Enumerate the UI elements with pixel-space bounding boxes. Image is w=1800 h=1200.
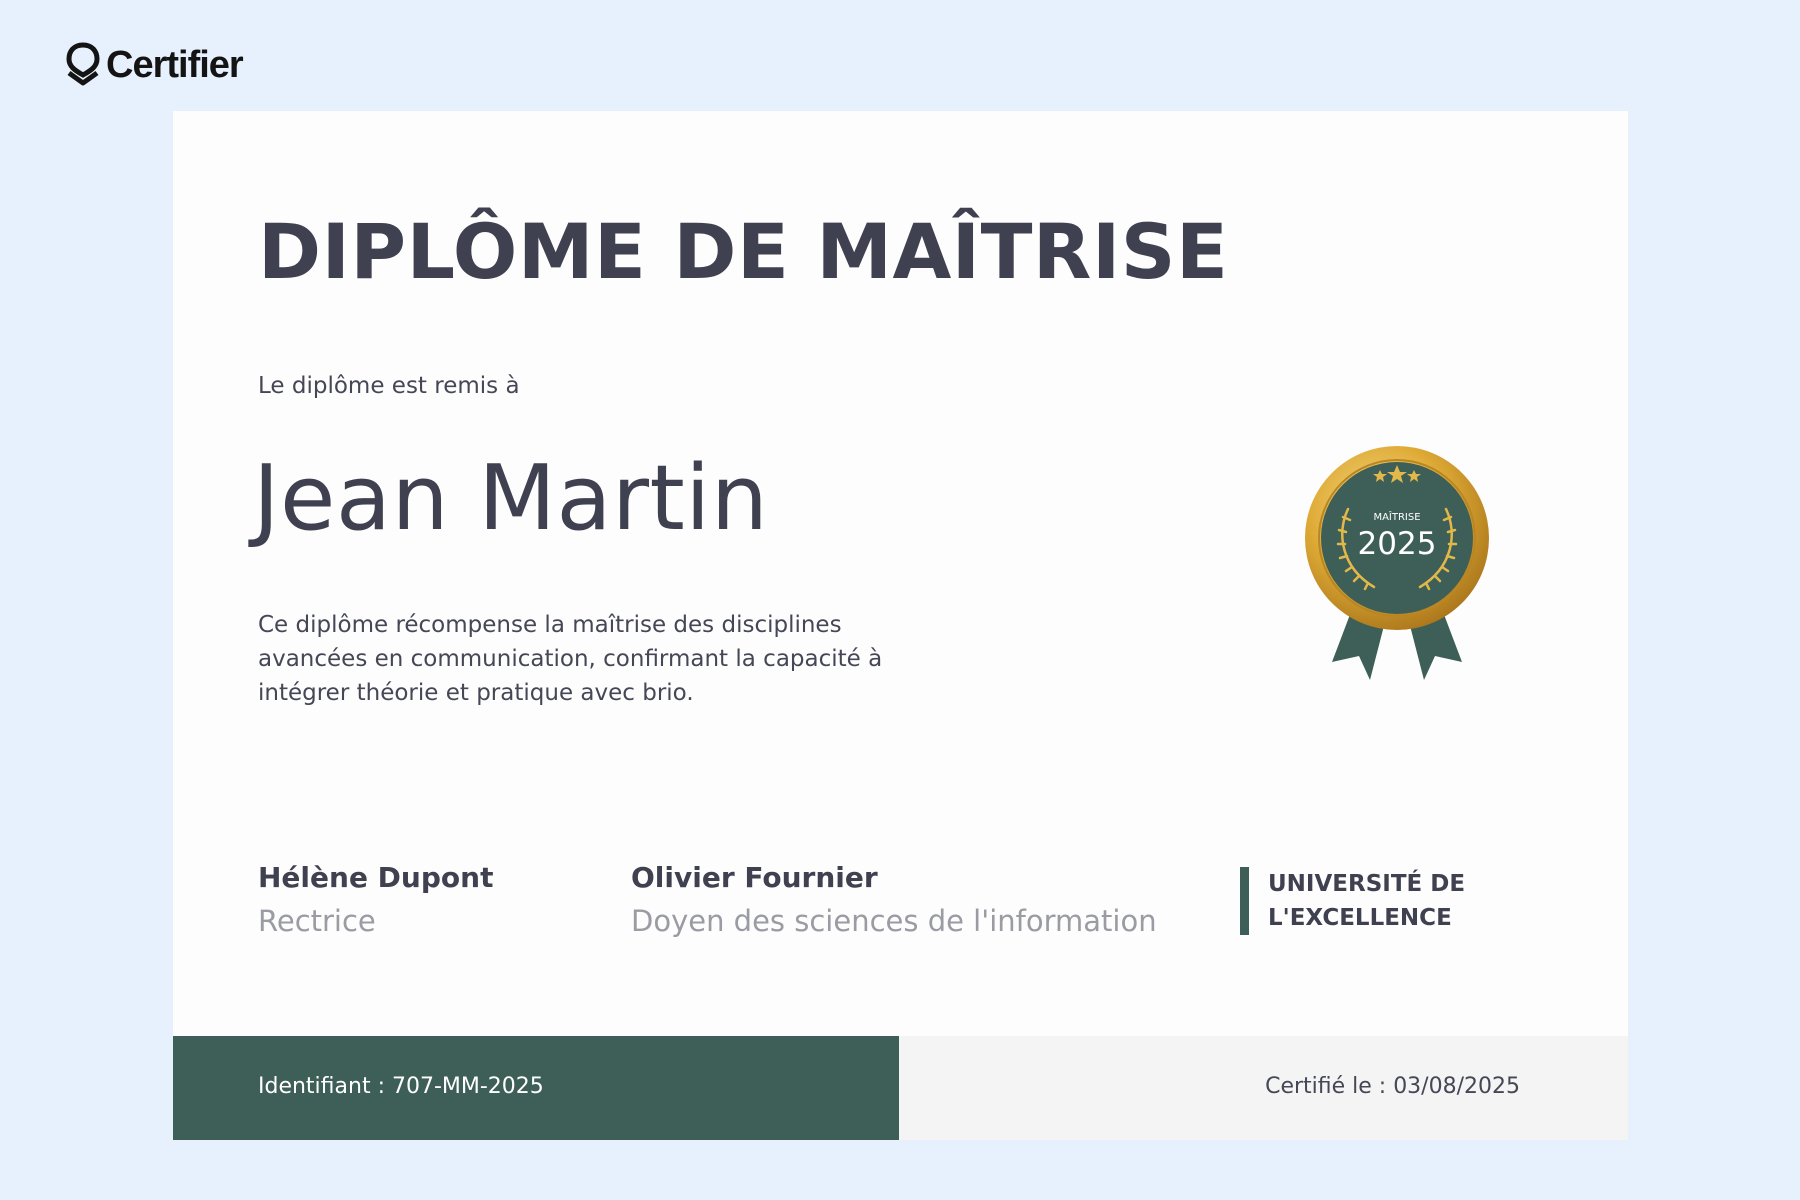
badge-year: 2025 [1358, 526, 1437, 562]
signer-name: Hélène Dupont [258, 861, 494, 894]
signer-2: Olivier Fournier Doyen des sciences de l… [631, 861, 1157, 938]
award-badge: MAÎTRISE 2025 [1304, 444, 1490, 684]
certificate-title: DIPLÔME DE MAÎTRISE [258, 207, 1229, 296]
footer-identifier-bar: Identifiant : 707-MM-2025 [173, 1036, 899, 1140]
certified-date: Certifié le : 03/08/2025 [1265, 1074, 1520, 1099]
institution-name: UNIVERSITÉ DE L'EXCELLENCE [1240, 867, 1488, 935]
signer-role: Doyen des sciences de l'information [631, 904, 1157, 938]
certifier-logo-icon [66, 42, 100, 86]
signer-role: Rectrice [258, 904, 376, 938]
certificate-card: DIPLÔME DE MAÎTRISE Le diplôme est remis… [173, 111, 1628, 1140]
certificate-identifier: Identifiant : 707-MM-2025 [258, 1074, 544, 1099]
signer-1: Hélène Dupont Rectrice [258, 861, 493, 938]
footer-date-bar: Certifié le : 03/08/2025 [899, 1036, 1628, 1140]
award-ribbon-icon: MAÎTRISE 2025 [1305, 446, 1489, 680]
brand-logo: Certifier [66, 42, 244, 88]
recipient-name: Jean Martin [253, 446, 769, 551]
badge-label: MAÎTRISE [1373, 510, 1420, 523]
lead-text: Le diplôme est remis à [258, 373, 520, 399]
brand-name: Certifier [106, 43, 244, 86]
signer-name: Olivier Fournier [631, 861, 878, 894]
description-text: Ce diplôme récompense la maîtrise des di… [258, 612, 883, 706]
